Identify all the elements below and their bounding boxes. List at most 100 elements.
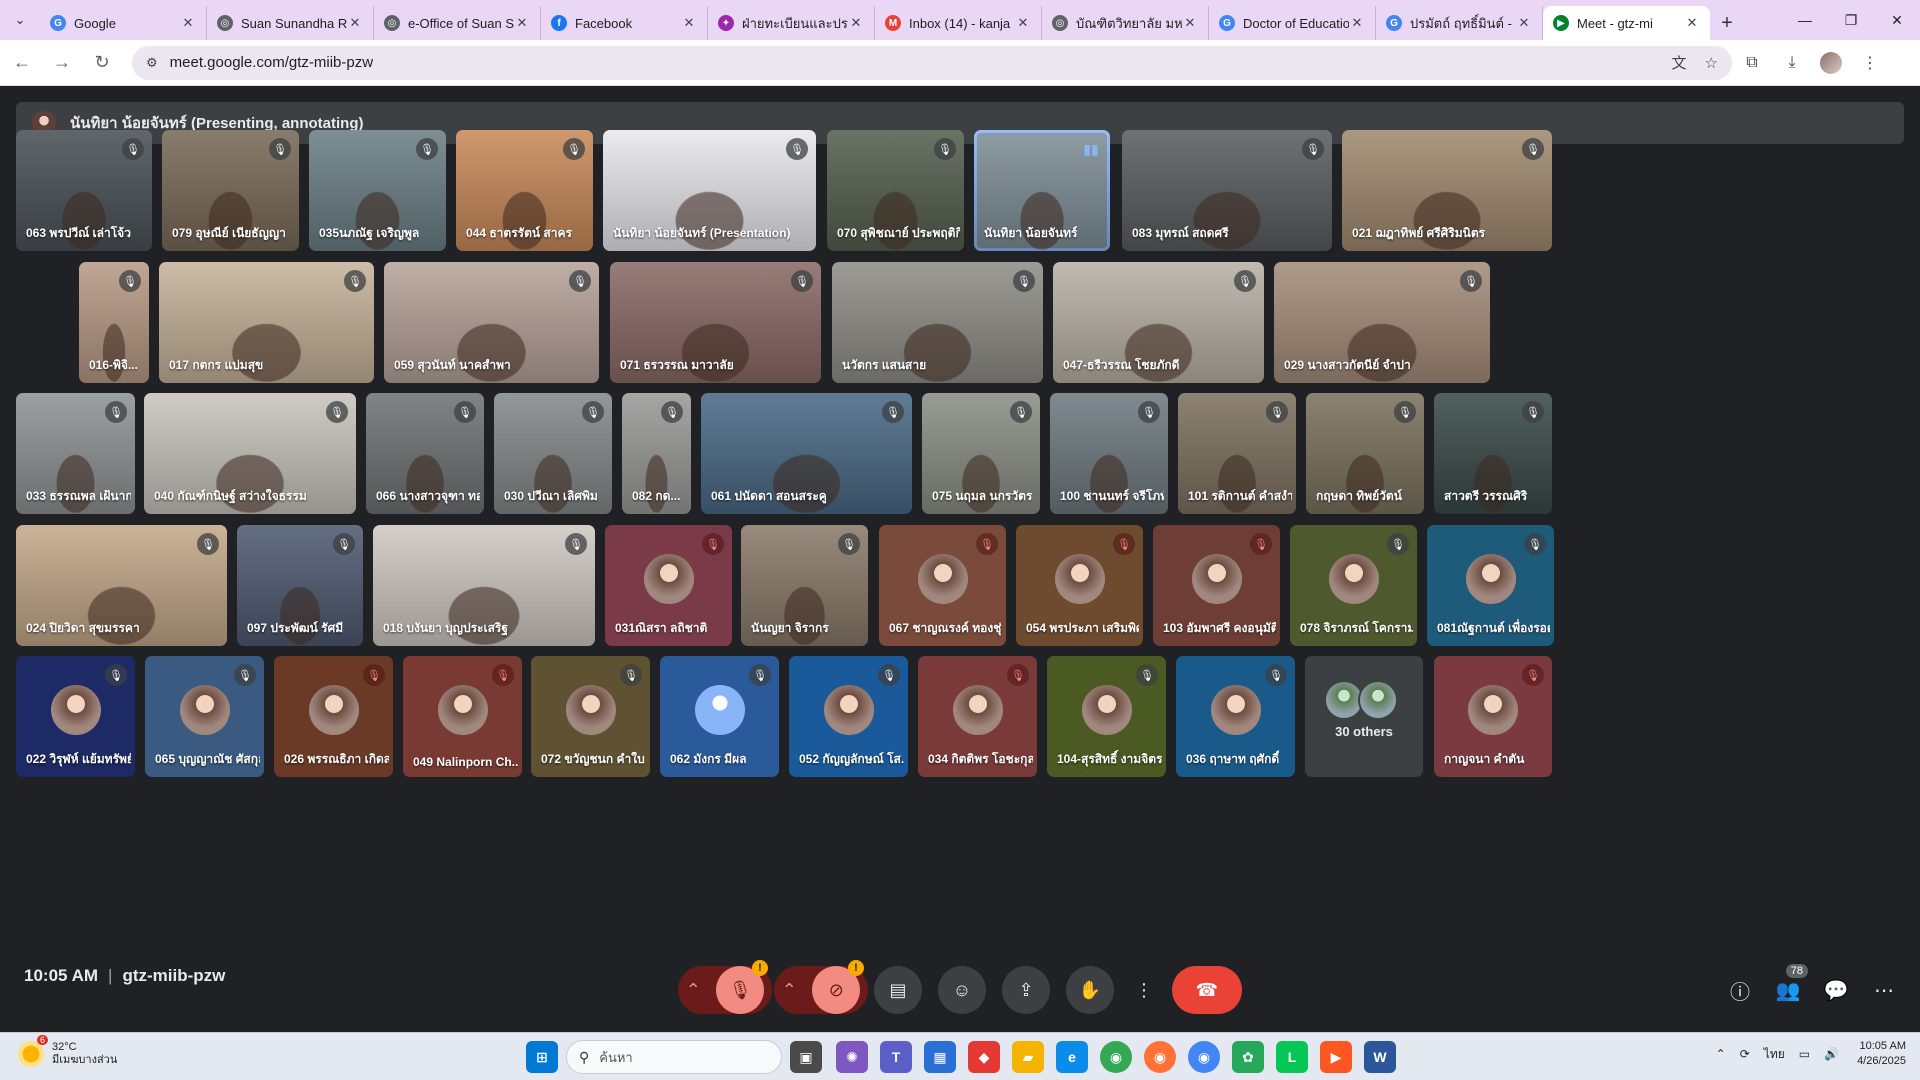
participant-tile[interactable]: 034 กิตติพร โอชะกุล 🎙︎ <box>918 656 1037 777</box>
extensions-icon[interactable]: ⧉ <box>1732 45 1772 81</box>
file-explorer-icon[interactable]: ▰ <box>1012 1041 1044 1073</box>
participant-tile[interactable]: นันญยา จิรากร 🎙︎ <box>741 525 868 646</box>
edge-icon[interactable]: e <box>1056 1041 1088 1073</box>
participant-tile[interactable]: 075 นฤมล นกรวัตร 🎙︎ <box>922 393 1040 514</box>
browser-tab[interactable]: ◎ บัณฑิตวิทยาลัย มหา ✕ <box>1042 6 1209 40</box>
chat-app-icon[interactable]: ✿ <box>1232 1041 1264 1073</box>
participant-tile[interactable]: 018 บงันยา บุญประเสริฐ 🎙︎ <box>373 525 595 646</box>
participant-tile[interactable]: 082 กด... 🎙︎ <box>622 393 691 514</box>
participant-tile[interactable]: 30 others <box>1305 656 1423 777</box>
chrome-icon[interactable]: ◉ <box>1100 1041 1132 1073</box>
tab-close-icon[interactable]: ✕ <box>1516 15 1532 31</box>
participant-tile[interactable]: นวัตกร แสนสาย 🎙︎ <box>832 262 1043 383</box>
participant-tile[interactable]: นันทิยา น้อยจันทร์ (Presentation) 🎙︎ <box>603 130 816 251</box>
taskbar-clock[interactable]: 10:05 AM 4/26/2025 <box>1857 1039 1906 1069</box>
new-tab-button[interactable]: + <box>1710 6 1744 40</box>
line-icon[interactable]: L <box>1276 1041 1308 1073</box>
start-icon[interactable]: ⊞ <box>526 1041 558 1073</box>
tab-close-icon[interactable]: ✕ <box>681 15 697 31</box>
task-view-icon[interactable]: ▣ <box>790 1041 822 1073</box>
video-options-chevron-icon[interactable]: ⌃ <box>782 980 797 1001</box>
participant-tile[interactable]: กฤษดา ทิพย์วัตน์ 🎙︎ <box>1306 393 1424 514</box>
teams-icon[interactable]: T <box>880 1041 912 1073</box>
participant-tile[interactable]: 065 บุญญาณัช ศัสกุล 🎙︎ <box>145 656 264 777</box>
store-icon[interactable]: ▦ <box>924 1041 956 1073</box>
participant-tile[interactable]: 017 กตกร แบ่มสุข 🎙︎ <box>159 262 374 383</box>
forward-icon[interactable]: → <box>44 45 80 81</box>
language-indicator[interactable]: ไทย <box>1764 1045 1785 1064</box>
firefox-icon[interactable]: ◉ <box>1144 1041 1176 1073</box>
copilot-icon[interactable]: ✺ <box>836 1041 868 1073</box>
close-window-icon[interactable]: ✕ <box>1874 0 1920 40</box>
tab-search-icon[interactable]: ⌄ <box>0 0 40 40</box>
tab-close-icon[interactable]: ✕ <box>848 15 864 31</box>
browser-tab[interactable]: ▶ Meet - gtz-mi ✕ <box>1543 6 1710 40</box>
browser-tab[interactable]: ◎ e-Office of Suan S ✕ <box>374 6 541 40</box>
activities-icon[interactable]: ⋯ <box>1864 966 1904 1014</box>
participant-tile[interactable]: 100 ชานนทร์ จรีโภทัย 🎙︎ <box>1050 393 1168 514</box>
participant-tile[interactable]: 052 กัญญลักษณ์ โส... 🎙︎ <box>789 656 908 777</box>
back-icon[interactable]: ← <box>4 45 40 81</box>
tab-close-icon[interactable]: ✕ <box>347 15 363 31</box>
browser-tab[interactable]: G Doctor of Educatio ✕ <box>1209 6 1376 40</box>
participant-tile[interactable]: 035นภณัฐ เจริญพูล 🎙︎ <box>309 130 446 251</box>
participant-tile[interactable]: 083 มุทรณ์ สถดศรี 🎙︎ <box>1122 130 1332 251</box>
participant-tile[interactable]: 036 ฤาษาท ฤศักดิ์ 🎙︎ <box>1176 656 1295 777</box>
network-icon[interactable]: ▭ <box>1799 1047 1810 1061</box>
participant-tile[interactable]: 078 จิราภรณ์ โคกราม 🎙︎ <box>1290 525 1417 646</box>
participant-tile[interactable]: 030 ปวีณา เลิศพิม 🎙︎ <box>494 393 612 514</box>
chat-icon[interactable]: 💬 <box>1816 966 1856 1014</box>
browser-tab[interactable]: f Facebook ✕ <box>541 6 708 40</box>
participant-tile[interactable]: นันทิยา น้อยจันทร์ ▮▮ <box>974 130 1110 251</box>
weather-widget[interactable]: 6 32°C มีเมฆบางส่วน <box>18 1035 117 1067</box>
minimize-icon[interactable]: — <box>1782 0 1828 40</box>
participant-tile[interactable]: 047-ธรีวรรณ โชยภักดี 🎙︎ <box>1053 262 1264 383</box>
participant-tile[interactable]: 066 นางสาวจุฑา ทอ... 🎙︎ <box>366 393 484 514</box>
volume-icon[interactable]: 🔊 <box>1824 1047 1839 1061</box>
present-screen-icon[interactable]: ⇪ <box>1002 966 1050 1014</box>
people-icon[interactable]: 👥 78 <box>1768 964 1808 1014</box>
more-options-icon[interactable]: ⋮ <box>1130 966 1158 1014</box>
profile-avatar[interactable] <box>1820 51 1842 74</box>
raise-hand-icon[interactable]: ✋ <box>1066 966 1114 1014</box>
participant-tile[interactable]: กาญจนา คำตัน 🎙︎ <box>1434 656 1552 777</box>
bookmark-star-icon[interactable]: ☆ <box>1705 54 1718 72</box>
participant-tile[interactable]: 033 ธรรณพล เฝ้นาก... 🎙︎ <box>16 393 135 514</box>
participant-tile[interactable]: 054 พรประภา เสริมพิศุ... 🎙︎ <box>1016 525 1143 646</box>
tab-close-icon[interactable]: ✕ <box>1182 15 1198 31</box>
participant-tile[interactable]: สาวตรี วรรณศิริ 🎙︎ <box>1434 393 1552 514</box>
participant-tile[interactable]: 070 สุพิชณาย์ ประพฤติกิจ 🎙︎ <box>827 130 964 251</box>
captions-icon[interactable]: ▤ <box>874 966 922 1014</box>
browser-tab[interactable]: M Inbox (14) - kanja ✕ <box>875 6 1042 40</box>
tab-close-icon[interactable]: ✕ <box>180 15 196 31</box>
participant-tile[interactable]: 031ณิสรา ลถิชาติ 🎙︎ <box>605 525 732 646</box>
participant-tile[interactable]: 062 มังกร มีผล 🎙︎ <box>660 656 779 777</box>
app-red-icon[interactable]: ◆ <box>968 1041 1000 1073</box>
participant-tile[interactable]: 081ณัฐกานต์ เพื่องรอด 🎙︎ <box>1427 525 1554 646</box>
taskbar-search[interactable]: ⚲ ค้นหา <box>566 1040 782 1074</box>
participant-tile[interactable]: 029 นางสาวกัตนีย์ จำปา 🎙︎ <box>1274 262 1490 383</box>
word-icon[interactable]: W <box>1364 1041 1396 1073</box>
browser-tab[interactable]: G Google ✕ <box>40 6 207 40</box>
participant-tile[interactable]: 022 วิรุฬห์ แย้มทรัพย์ 🎙︎ <box>16 656 135 777</box>
browser-tab[interactable]: ◎ Suan Sunandha R ✕ <box>207 6 374 40</box>
tab-close-icon[interactable]: ✕ <box>1684 15 1700 31</box>
participant-tile[interactable]: 024 ปิยวิดา สุขมรรคา 🎙︎ <box>16 525 227 646</box>
translate-icon[interactable]: 文 <box>1672 52 1687 73</box>
powerpoint-alt-icon[interactable]: ▶ <box>1320 1041 1352 1073</box>
leave-call-icon[interactable]: ☎ <box>1172 966 1242 1014</box>
participant-tile[interactable]: 103 อัมพาศรี คงอนุมัติ 🎙︎ <box>1153 525 1280 646</box>
audio-options-chevron-icon[interactable]: ⌃ <box>686 980 701 1001</box>
participant-tile[interactable]: 097 ประพัฒน์ รัศมี 🎙︎ <box>237 525 363 646</box>
reload-icon[interactable]: ↻ <box>84 45 120 81</box>
participant-tile[interactable]: 063 พรปวีณ์ เล่าโจ้ว 🎙︎ <box>16 130 152 251</box>
chrome-profile-icon[interactable]: ◉ <box>1188 1041 1220 1073</box>
participant-tile[interactable]: 044 ธาตรรัตน์ สาคร 🎙︎ <box>456 130 593 251</box>
tab-close-icon[interactable]: ✕ <box>514 15 530 31</box>
omnibox[interactable]: ⚙ meet.google.com/gtz-miib-pzw 文 ☆ <box>132 45 1732 80</box>
tab-close-icon[interactable]: ✕ <box>1015 15 1031 31</box>
participant-tile[interactable]: 040 กัณฑ์กนิษฐ์ สว่างใจธรรม 🎙︎ <box>144 393 356 514</box>
participant-tile[interactable]: 026 พรรณธิภา เกิดส... 🎙︎ <box>274 656 393 777</box>
participant-tile[interactable]: 101 รติกานต์ คำสงำ 🎙︎ <box>1178 393 1296 514</box>
reactions-icon[interactable]: ☺ <box>938 966 986 1014</box>
